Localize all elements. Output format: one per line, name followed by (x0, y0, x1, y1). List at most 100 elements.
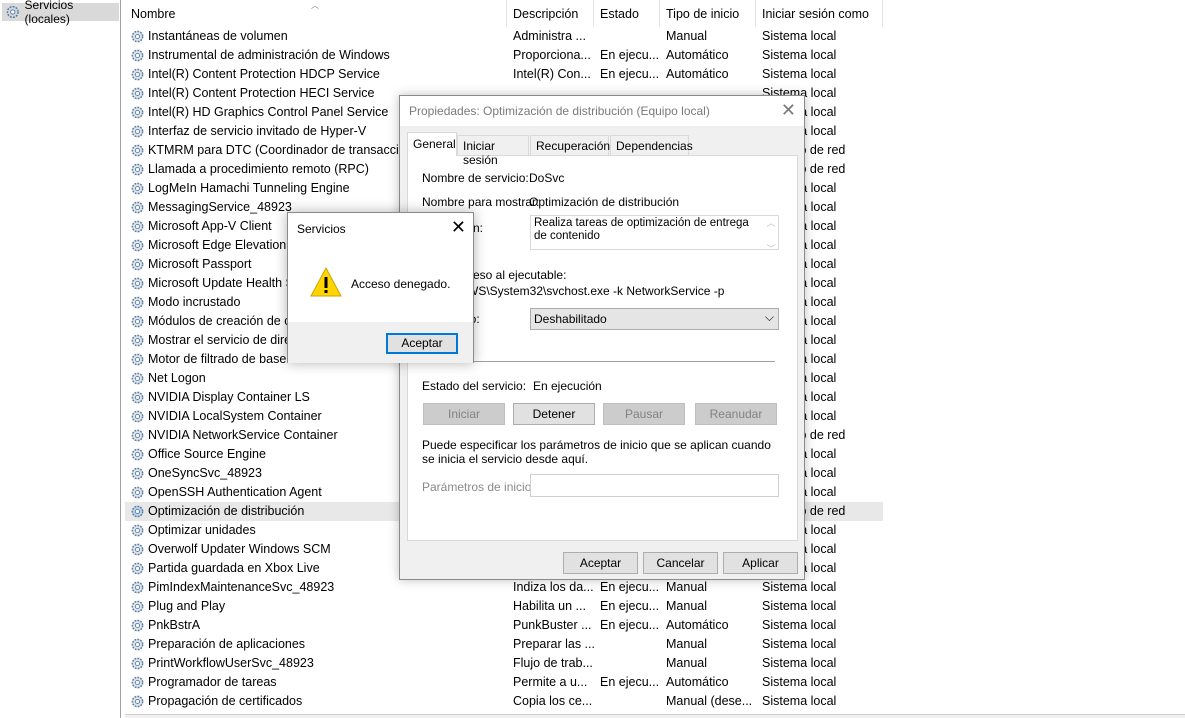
service-gear-icon (131, 258, 144, 271)
display-name-label: Nombre para mostrar: (422, 195, 540, 209)
cell-startup: Manual (666, 599, 707, 613)
startup-type-select[interactable]: Deshabilitado ⌵ (530, 308, 779, 330)
cancel-button[interactable]: Cancelar (643, 552, 718, 574)
executable-path-value: WS\System32\svchost.exe -k NetworkServic… (467, 284, 725, 298)
column-header-logon[interactable]: Iniciar sesión como (756, 0, 883, 27)
cell-logon: Sistema local (762, 580, 837, 594)
table-row[interactable]: Instrumental de administración de Window… (125, 46, 883, 65)
cell-name: Propagación de certificados (148, 694, 303, 708)
cell-name: PrintWorkflowUserSvc_48923 (148, 656, 314, 670)
cell-description: Indiza los da... (513, 580, 594, 594)
service-name-value: DoSvc (529, 171, 565, 185)
divider (422, 361, 775, 362)
properties-title: Propiedades: Optimización de distribució… (409, 104, 710, 118)
access-denied-dialog: Servicios ✕ Acceso denegado. Aceptar (287, 212, 474, 363)
start-params-label: Parámetros de inicio: (422, 480, 535, 494)
table-row[interactable]: Plug and Play Habilita un ... En ejecu... M… (125, 597, 883, 616)
tab-recovery[interactable]: Recuperación (530, 135, 610, 155)
table-row[interactable]: Programador de tareas Permite a u... En ej… (125, 673, 883, 692)
service-gear-icon (131, 619, 144, 632)
service-gear-icon (131, 334, 144, 347)
table-row[interactable]: PnkBstrA PunkBuster ... En ejecu... Automát… (125, 616, 883, 635)
table-row[interactable]: Intel(R) Content Protection HDCP Service… (125, 65, 883, 84)
cell-startup: Manual (666, 656, 707, 670)
executable-path-label: ceso al ejecutable: (467, 268, 567, 282)
close-icon[interactable]: ✕ (451, 217, 466, 238)
console-tree: Servicios (locales) (0, 0, 121, 718)
description-text: Realiza tareas de optimización de entreg… (534, 217, 749, 242)
service-gear-icon (131, 562, 144, 575)
close-icon[interactable]: ✕ (781, 100, 796, 121)
service-gear-icon (131, 49, 144, 62)
tab-dependencies[interactable]: Dependencias (610, 135, 693, 155)
dialog-footer: Aceptar (288, 322, 473, 363)
ok-button[interactable]: Aceptar (563, 552, 638, 574)
cell-description: Permite a u... (513, 675, 588, 689)
cell-name: Instrumental de administración de Window… (148, 48, 390, 62)
description-scrollbar[interactable]: ︿ ﹀ (765, 217, 777, 254)
service-gear-icon (131, 315, 144, 328)
cell-startup: Automático (666, 618, 729, 632)
start-params-input[interactable] (530, 474, 779, 497)
cell-name: Intel(R) Content Protection HDCP Service (148, 67, 380, 81)
service-gear-icon (131, 448, 144, 461)
service-gear-icon (131, 429, 144, 442)
service-gear-icon (131, 277, 144, 290)
column-header-description[interactable]: Descripción (507, 0, 594, 27)
table-row[interactable]: Preparación de aplicaciones Preparar las … (125, 635, 883, 654)
horizontal-scrollbar[interactable] (125, 714, 1185, 718)
table-row[interactable]: PimIndexMaintenanceSvc_48923 Indiza los d… (125, 578, 883, 597)
column-header-state[interactable]: Estado (594, 0, 660, 27)
column-header-name[interactable]: Nombre (125, 0, 507, 27)
cell-startup: Manual (666, 580, 707, 594)
cell-state: En ejecu... (600, 618, 660, 632)
cell-name: Preparación de aplicaciones (148, 637, 306, 651)
cell-logon: Sistema local (762, 675, 837, 689)
start-button[interactable]: Iniciar (423, 403, 505, 425)
tab-general[interactable]: General (407, 132, 457, 156)
cell-logon: Sistema local (762, 618, 837, 632)
service-gear-icon (131, 201, 144, 214)
cell-logon: Sistema local (762, 67, 837, 81)
table-row[interactable]: PrintWorkflowUserSvc_48923 Flujo de trab.… (125, 654, 883, 673)
properties-titlebar[interactable]: Propiedades: Optimización de distribució… (400, 96, 804, 126)
service-gear-icon (131, 695, 144, 708)
apply-button[interactable]: Aplicar (723, 552, 798, 574)
column-header-startup[interactable]: Tipo de inicio (660, 0, 756, 27)
services-gear-icon (6, 5, 19, 19)
service-gear-icon (131, 657, 144, 670)
cell-startup: Manual (666, 637, 707, 651)
service-gear-icon (131, 581, 144, 594)
service-gear-icon (131, 410, 144, 423)
service-gear-icon (131, 486, 144, 499)
accept-button[interactable]: Aceptar (386, 333, 458, 354)
service-gear-icon (131, 467, 144, 480)
description-field[interactable]: Realiza tareas de optimización de entreg… (530, 215, 779, 254)
chevron-down-icon: ⌵ (764, 310, 774, 324)
service-status-value: En ejecución (533, 379, 602, 393)
tree-node-local-services[interactable]: Servicios (locales) (2, 0, 119, 26)
cell-description: Copia los ce... (513, 694, 593, 708)
service-gear-icon (131, 30, 144, 43)
cell-logon: Sistema local (762, 694, 837, 708)
service-gear-icon (131, 220, 144, 233)
stop-button[interactable]: Detener (513, 403, 595, 425)
pause-button[interactable]: Pausar (603, 403, 685, 425)
tree-node-label: Servicios (locales) (24, 0, 74, 26)
service-gear-icon (131, 524, 144, 537)
service-gear-icon (131, 163, 144, 176)
service-gear-icon (131, 296, 144, 309)
cell-logon: Sistema local (762, 637, 837, 651)
cell-description: Proporciona... (513, 48, 591, 62)
cell-name: PimIndexMaintenanceSvc_48923 (148, 580, 335, 594)
service-gear-icon (131, 391, 144, 404)
startup-type-value: Deshabilitado (534, 312, 607, 326)
cell-name: PnkBstrA (148, 618, 201, 632)
cell-logon: Sistema local (762, 599, 837, 613)
service-gear-icon (131, 144, 144, 157)
table-row[interactable]: Propagación de certificados Copia los ce.… (125, 692, 883, 711)
tab-logon[interactable]: Iniciar sesión (457, 135, 529, 167)
resume-button[interactable]: Reanudar (695, 403, 777, 425)
cell-name: Programador de tareas (148, 675, 277, 689)
table-row[interactable]: Instantáneas de volumen Administra ... Man… (125, 27, 883, 46)
